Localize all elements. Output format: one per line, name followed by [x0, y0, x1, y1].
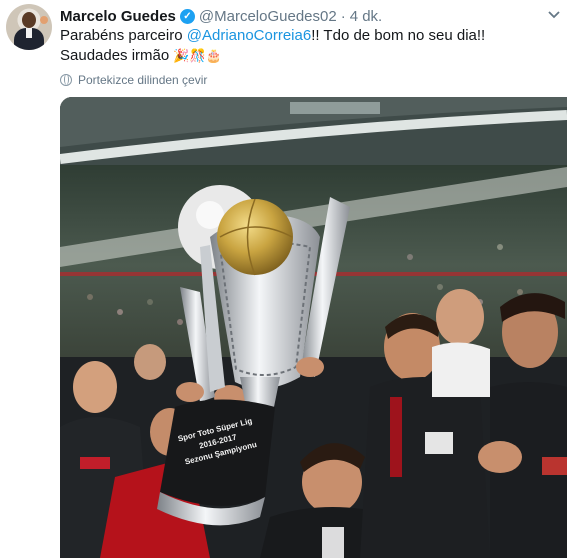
globe-icon: [60, 74, 72, 86]
mention-link[interactable]: @AdrianoCorreia6: [187, 27, 311, 44]
tweet-text: Parabéns parceiro @AdrianoCorreia6!! Tdo…: [60, 26, 530, 66]
celebration-photo: Spor Toto Süper Lig 2016-2017 Sezonu Şam…: [60, 97, 567, 558]
tweet-header: Marcelo Guedes ✓ @MarceloGuedes02 · 4 dk…: [60, 6, 537, 26]
tweet-timestamp[interactable]: 4 dk.: [350, 8, 383, 25]
tweet-photo[interactable]: Spor Toto Süper Lig 2016-2017 Sezonu Şam…: [60, 97, 567, 558]
separator-dot: ·: [340, 7, 346, 25]
translate-label[interactable]: Portekizce dilinden çevir: [78, 73, 207, 87]
tweet-text-part: Parabéns parceiro: [60, 27, 187, 44]
author-handle[interactable]: @MarceloGuedes02: [199, 8, 337, 25]
translate-link[interactable]: Portekizce dilinden çevir: [60, 72, 207, 88]
tweet-card[interactable]: Marcelo Guedes ✓ @MarceloGuedes02 · 4 dk…: [0, 0, 567, 558]
verified-badge-icon: ✓: [179, 8, 195, 24]
chevron-down-icon[interactable]: [547, 8, 561, 22]
author-name[interactable]: Marcelo Guedes: [60, 8, 176, 25]
emoji-group: 🎉🎊🎂: [173, 48, 222, 63]
avatar[interactable]: [6, 4, 52, 50]
